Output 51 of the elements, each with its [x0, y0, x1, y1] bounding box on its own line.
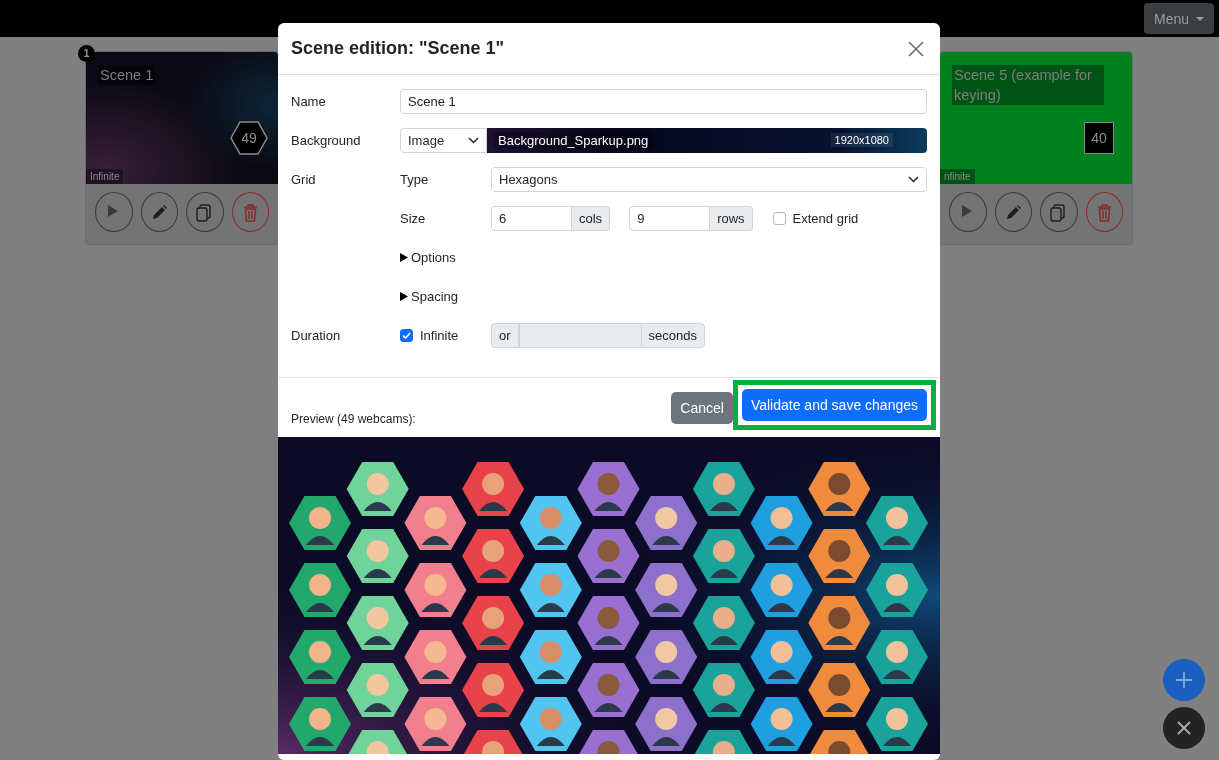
field-label: Type [400, 171, 430, 187]
edit-button[interactable] [994, 192, 1032, 232]
section-toggle[interactable]: Options [400, 249, 456, 265]
scene-title: Scene 1 [98, 65, 156, 85]
duration-label: Infinite [86, 169, 124, 184]
dialog-title: Scene edition: "Scene 1" [291, 38, 505, 59]
checkbox-label: Infinite [420, 327, 459, 343]
unit-label: rows [710, 205, 753, 231]
caret-icon [400, 291, 408, 301]
close-icon [1175, 719, 1193, 737]
number-field[interactable]: 6 [491, 205, 572, 231]
resolution-label: 1920x1080 [830, 133, 893, 147]
field-label: Background [291, 132, 362, 148]
caret-icon [1196, 16, 1204, 21]
checkbox-label: Extend grid [792, 210, 859, 226]
name-field[interactable]: Scene 1 [400, 88, 927, 114]
unit-label: cols [572, 205, 611, 231]
unit-label: or [491, 322, 519, 348]
unit-label: seconds [640, 322, 705, 348]
chevron-icon [908, 175, 919, 183]
number-field[interactable]: 9 [629, 205, 711, 231]
chevron-icon [468, 136, 479, 144]
field-label: Duration [291, 327, 342, 343]
cancel-button[interactable]: Cancel [671, 392, 733, 424]
grid-type-select[interactable]: Hexagons [491, 166, 927, 192]
field-label: Size [400, 210, 427, 226]
delete-button[interactable] [1085, 192, 1123, 232]
save-button[interactable]: Validate and save changes [741, 389, 927, 421]
menu-button[interactable]: Menu [1143, 3, 1214, 34]
add-button[interactable] [1163, 659, 1205, 701]
preview-label: Preview (49 webcams): [291, 412, 416, 426]
number-badge: 1 [78, 45, 95, 62]
field-label: Name [291, 93, 327, 109]
count-badge: 49 [230, 121, 268, 155]
close-icon [908, 40, 924, 57]
plus-icon [1175, 671, 1193, 689]
checkbox[interactable] [772, 211, 786, 225]
edit-button[interactable] [140, 192, 178, 232]
section-toggle[interactable]: Spacing [400, 288, 458, 304]
delete-button[interactable] [231, 192, 269, 232]
caret-icon [400, 252, 408, 262]
file-name: Background_Sparkup.png [493, 131, 654, 149]
check-icon [402, 331, 411, 339]
background-type-select[interactable]: Image [400, 127, 487, 153]
count-badge: 40 [1084, 122, 1114, 154]
field-label: Grid [291, 171, 317, 187]
close-button[interactable] [1163, 707, 1205, 749]
checkbox[interactable] [400, 328, 413, 342]
scene-title: Scene 5 (example for keying) [952, 65, 1104, 105]
duration-label: nfinite [940, 169, 975, 184]
seconds-field[interactable] [518, 322, 641, 348]
